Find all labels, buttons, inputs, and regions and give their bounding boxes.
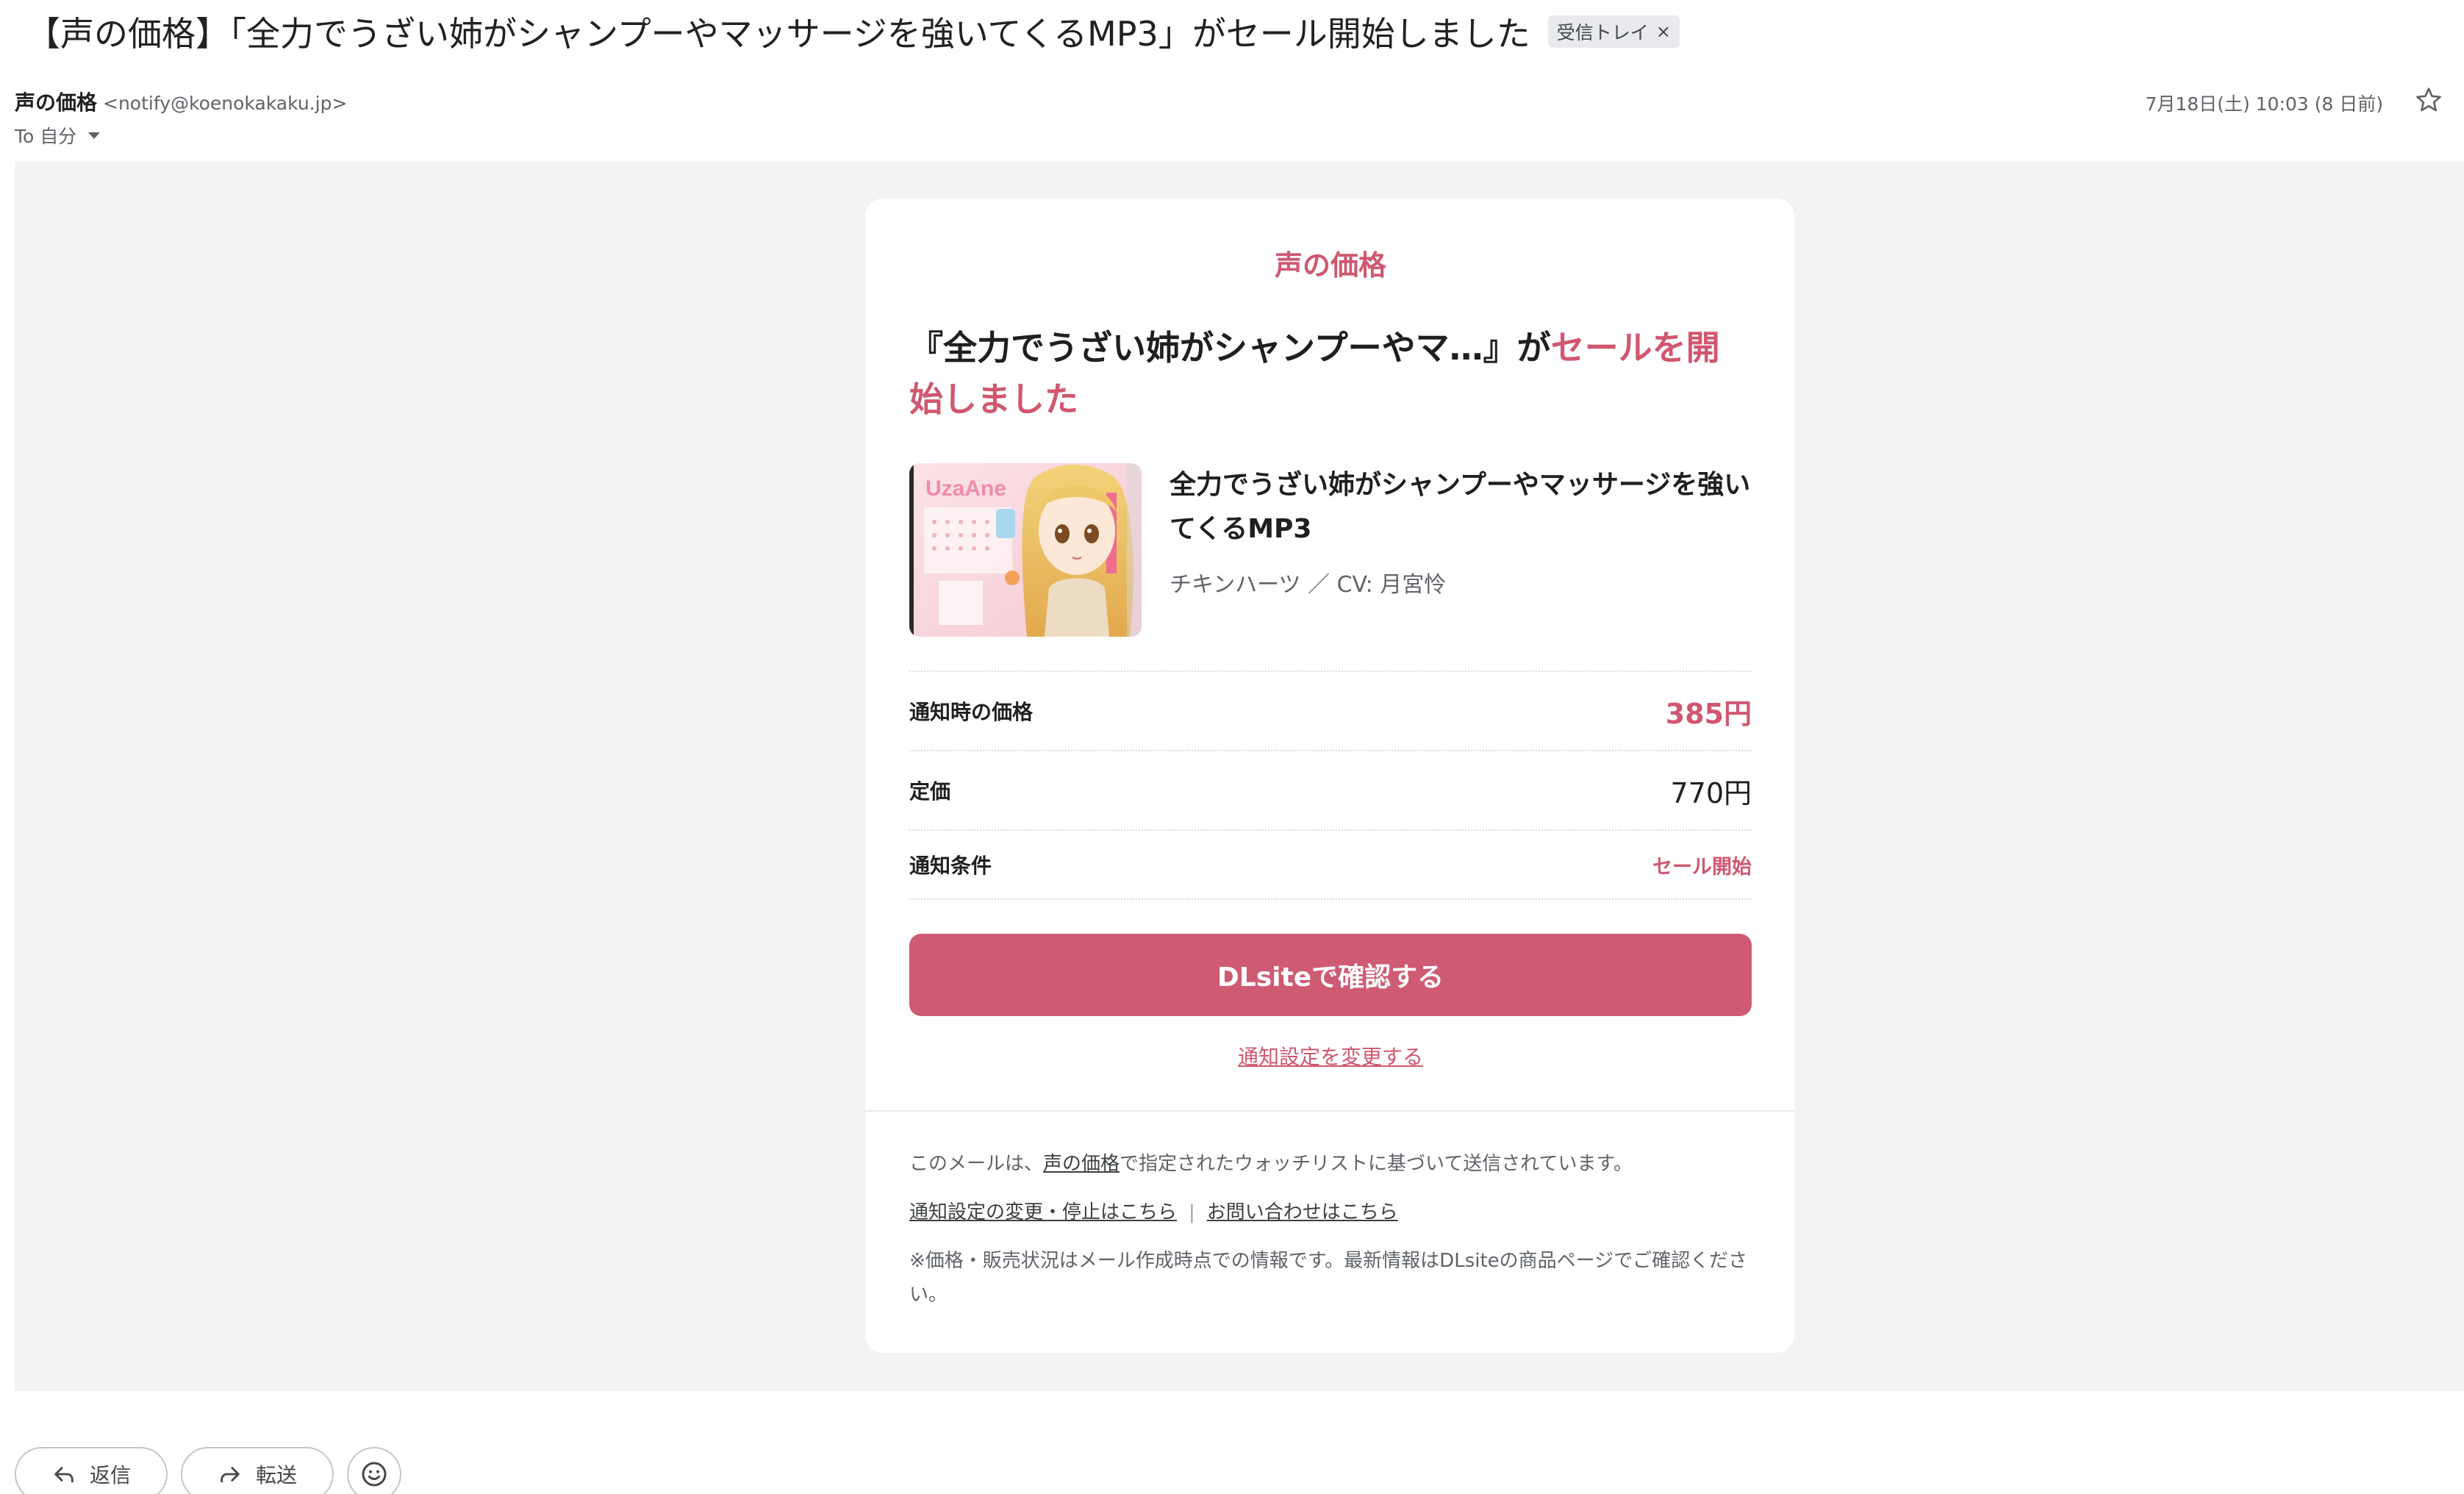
forward-label: 転送: [256, 1463, 298, 1487]
card-footer: このメールは、声の価格で指定されたウォッチリストに基づいて送信されています。 通…: [909, 1147, 1752, 1326]
change-notification-settings-link[interactable]: 通知設定を変更する: [909, 1041, 1752, 1071]
sale-price: 385円: [1665, 697, 1752, 730]
dlsite-confirm-button[interactable]: DLsiteで確認する: [909, 934, 1752, 1016]
footer-disclaimer: ※価格・販売状況はメール作成時点での情報です。最新情報はDLsiteの商品ページ…: [909, 1250, 1748, 1306]
smiley-icon: [362, 1462, 387, 1487]
product-meta: チキンハーツ ／ CV: 月宮怜: [1170, 572, 1447, 598]
brand-title: 声の価格: [1274, 249, 1386, 282]
email-subject-row: 【声の価格】「全力でうざい姉がシャンプーやマッサージを強いてくるMP3」がセール…: [26, 7, 1680, 56]
unsubscribe-link[interactable]: 通知設定の変更・停止はこちら: [909, 1201, 1177, 1223]
headline: 『全力でうざい姉がシャンプーやマ…』がセールを開始しました: [909, 322, 1752, 425]
price-row-condition: 通知条件 セール開始: [909, 829, 1752, 900]
email-view: 【声の価格】「全力でうざい姉がシャンプーやマッサージを強いてくるMP3」がセール…: [0, 0, 2464, 1494]
thumbnail-logo-text: UzaAne: [925, 476, 1006, 501]
list-price: 770円: [1670, 776, 1752, 809]
row-label: 定価: [909, 779, 951, 804]
brand-link[interactable]: 声の価格: [1043, 1153, 1120, 1175]
email-subject: 【声の価格】「全力でうざい姉がシャンプーやマッサージを強いてくるMP3」がセール…: [26, 14, 1530, 54]
row-label: 通知条件: [909, 854, 992, 878]
recipient-toggle[interactable]: To 自分: [15, 122, 101, 149]
reply-label: 返信: [90, 1463, 132, 1487]
emoji-reaction-button[interactable]: [347, 1447, 402, 1494]
remove-label-icon[interactable]: ×: [1656, 21, 1671, 42]
inbox-label-chip[interactable]: 受信トレイ ×: [1547, 15, 1680, 48]
star-icon[interactable]: [2414, 85, 2443, 115]
email-date: 7月18日(土) 10:03 (8 日前): [2145, 93, 2383, 115]
card-divider: [865, 1110, 1794, 1112]
headline-prefix: 『全力でうざい姉がシャンプーやマ…』が: [909, 328, 1551, 368]
forward-button[interactable]: 転送: [181, 1447, 334, 1494]
footer-notice: このメールは、声の価格で指定されたウォッチリストに基づいて送信されています。: [909, 1147, 1752, 1181]
link-separator: |: [1189, 1201, 1195, 1223]
footer-text: で指定されたウォッチリストに基づいて送信されています。: [1120, 1153, 1633, 1175]
sender-name[interactable]: 声の価格: [15, 87, 97, 116]
price-row-notified: 通知時の価格 385円: [909, 671, 1752, 750]
notification-card: 声の価格 『全力でうざい姉がシャンプーやマ…』がセールを開始しました UzaAn…: [865, 199, 1794, 1353]
product-summary: UzaAne 全力でうざい姉がシャンプーやマッサージを強いてくるMP3 チキンハ…: [909, 463, 1752, 640]
recipient-text: To 自分: [15, 126, 77, 147]
message-actions: 返信 転送: [15, 1447, 402, 1494]
footer-text: このメールは、: [909, 1153, 1044, 1175]
row-label: 通知時の価格: [909, 700, 1034, 724]
product-thumbnail[interactable]: UzaAne: [909, 463, 1142, 637]
footer-links: 通知設定の変更・停止はこちら | お問い合わせはこちら: [909, 1195, 1752, 1229]
price-row-list: 定価 770円: [909, 750, 1752, 829]
forward-icon: [221, 1467, 240, 1483]
price-table: 通知時の価格 385円 定価 770円 通知条件 セール開始: [909, 671, 1752, 900]
chevron-down-icon: [88, 132, 101, 139]
reply-button[interactable]: 返信: [15, 1447, 168, 1494]
contact-link[interactable]: お問い合わせはこちら: [1207, 1201, 1398, 1223]
sender-email: <notify@koenokakaku.jp>: [103, 93, 348, 114]
thumbnail-art: UzaAne: [909, 463, 1142, 637]
sender-row: 声の価格 <notify@koenokakaku.jp> 7月18日(土) 10…: [15, 87, 2449, 116]
product-title[interactable]: 全力でうざい姉がシャンプーやマッサージを強いてくるMP3: [1170, 463, 1752, 551]
inbox-label-text: 受信トレイ: [1556, 22, 1649, 43]
notify-condition: セール開始: [1652, 855, 1752, 879]
reply-icon: [54, 1467, 74, 1483]
